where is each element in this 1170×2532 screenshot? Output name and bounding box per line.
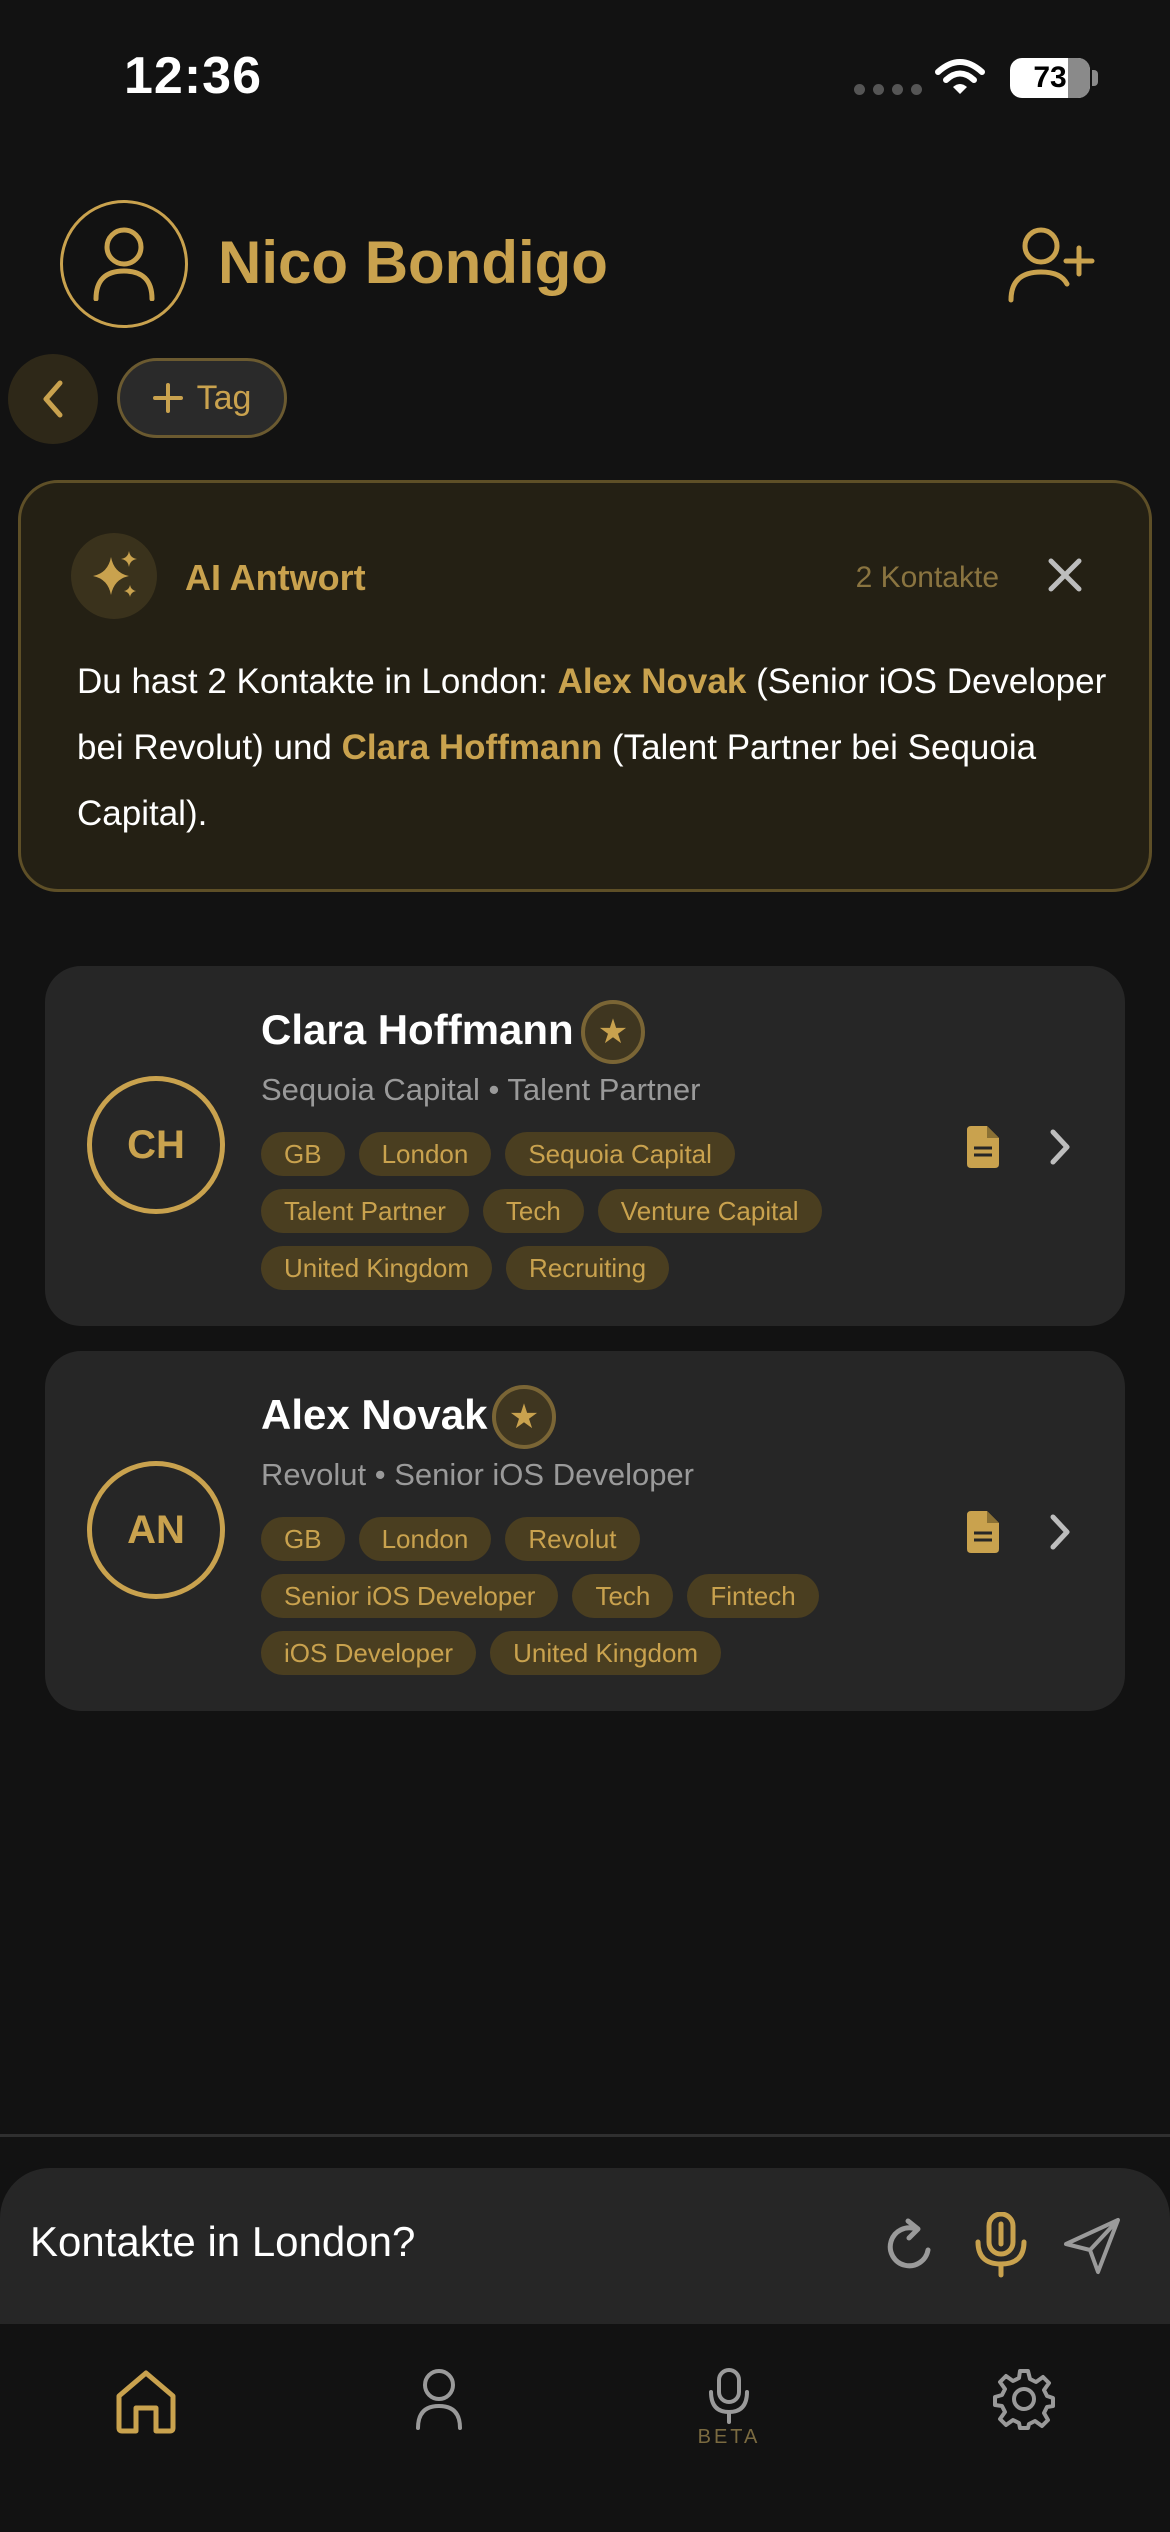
tab-voice[interactable]: BETA (679, 2368, 779, 2468)
add-tag-label: Tag (196, 378, 252, 417)
microphone-icon[interactable] (970, 2212, 1032, 2278)
contact-avatar: AN (87, 1461, 225, 1599)
contact-name: Alex Novak (261, 1391, 488, 1438)
profile-avatar[interactable] (60, 200, 188, 328)
tab-home[interactable] (96, 2368, 196, 2468)
wifi-icon (935, 59, 985, 94)
back-button[interactable] (8, 354, 98, 444)
ai-answer-count: 2 Kontakte (855, 561, 999, 594)
tag-chip[interactable]: Senior iOS Developer (261, 1574, 559, 1618)
query-bar: Kontakte in London? (0, 2168, 1170, 2324)
tag-chip[interactable]: Tech (482, 1189, 584, 1233)
sparkles-icon (93, 551, 137, 597)
tag-chip[interactable]: Recruiting (506, 1246, 670, 1290)
plus-icon (152, 383, 183, 413)
ai-answer-text: Du hast 2 Kontakte in London: Alex Novak… (77, 649, 1117, 847)
chevron-left-icon (43, 380, 63, 418)
send-icon[interactable] (1060, 2214, 1124, 2278)
status-bar: 12:36 73 (0, 0, 1170, 150)
battery-percent: 73 (1033, 61, 1067, 94)
tab-bar: BETA (0, 2324, 1170, 2532)
tab-contacts[interactable] (389, 2368, 489, 2468)
tag-list: GB London Sequoia Capital Talent Partner… (261, 1132, 901, 1290)
tag-chip[interactable]: iOS Developer (261, 1631, 477, 1675)
query-input[interactable]: Kontakte in London? (30, 2218, 415, 2266)
ai-answer-title: AI Antwort (185, 557, 366, 598)
chevron-right-icon[interactable] (1045, 1511, 1075, 1553)
chevron-right-icon[interactable] (1045, 1126, 1075, 1168)
tag-chip[interactable]: GB (261, 1517, 345, 1561)
cellular-signal-icon (854, 84, 922, 95)
document-icon[interactable] (965, 1126, 1001, 1168)
ai-answer-contact-link[interactable]: Alex Novak (558, 662, 747, 701)
tag-chip[interactable]: London (358, 1517, 492, 1561)
tab-settings[interactable] (974, 2368, 1074, 2468)
tag-chip[interactable]: Fintech (687, 1574, 819, 1618)
ai-badge (71, 533, 157, 619)
tag-chip[interactable]: Tech (572, 1574, 674, 1618)
star-icon[interactable]: ★ (581, 1000, 645, 1064)
tag-chip[interactable]: London (358, 1132, 492, 1176)
ai-answer-text-part: Du hast 2 Kontakte in London: (77, 662, 558, 701)
battery-indicator: 73 (1010, 58, 1090, 98)
person-icon (93, 227, 155, 301)
contact-card[interactable]: AN Alex Novak ★ Revolut • Senior iOS Dev… (45, 1351, 1125, 1711)
tag-chip[interactable]: GB (261, 1132, 345, 1176)
tag-chip[interactable]: Talent Partner (261, 1189, 469, 1233)
document-icon[interactable] (965, 1511, 1001, 1553)
refresh-icon[interactable] (880, 2216, 940, 2276)
ai-answer-contact-link[interactable]: Clara Hoffmann (342, 728, 603, 767)
add-tag-button[interactable]: Tag (117, 358, 287, 438)
contact-name: Clara Hoffmann (261, 1006, 574, 1053)
contact-subtitle: Revolut • Senior iOS Developer (261, 1457, 695, 1492)
person-icon (416, 2369, 462, 2430)
beta-label: BETA (697, 2426, 761, 2448)
microphone-icon (709, 2368, 749, 2424)
ai-answer-card: AI Antwort 2 Kontakte Du hast 2 Kontakte… (18, 480, 1152, 892)
gear-icon (993, 2369, 1055, 2430)
person-add-icon[interactable] (1005, 224, 1095, 304)
tag-list: GB London Revolut Senior iOS Developer T… (261, 1517, 901, 1675)
home-icon (116, 2370, 176, 2434)
divider (0, 2134, 1170, 2137)
tag-chip[interactable]: United Kingdom (490, 1631, 722, 1675)
user-name: Nico Bondigo (218, 229, 608, 296)
tag-chip[interactable]: Sequoia Capital (505, 1132, 735, 1176)
contact-subtitle: Sequoia Capital • Talent Partner (261, 1072, 701, 1107)
tag-chip[interactable]: Revolut (505, 1517, 640, 1561)
star-icon[interactable]: ★ (492, 1385, 556, 1449)
contact-avatar: CH (87, 1076, 225, 1214)
status-time: 12:36 (124, 47, 262, 105)
tag-chip[interactable]: Venture Capital (597, 1189, 822, 1233)
contact-card[interactable]: CH Clara Hoffmann ★ Sequoia Capital • Ta… (45, 966, 1125, 1326)
tag-chip[interactable]: United Kingdom (261, 1246, 492, 1290)
close-icon[interactable] (1043, 553, 1087, 597)
